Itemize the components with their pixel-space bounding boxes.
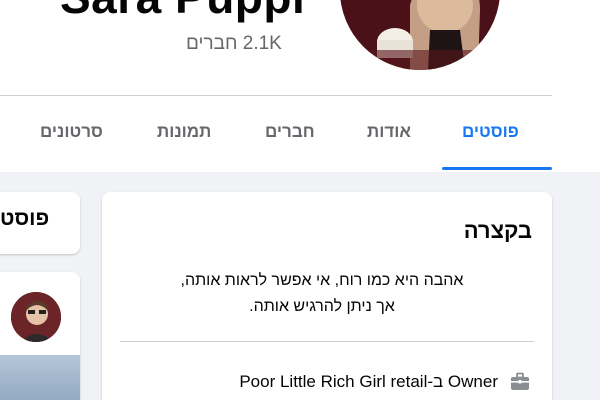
briefcase-icon [508, 370, 532, 394]
intro-title: בקצרה [463, 218, 532, 243]
profile-header [0, 0, 600, 172]
tab-photos[interactable]: תמונות [157, 122, 211, 142]
intro-divider [120, 341, 534, 342]
tab-about[interactable]: אודות [367, 122, 411, 142]
post-author-avatar[interactable] [11, 292, 61, 342]
author-photo [11, 292, 61, 342]
bio-text: אהבה היא כמו רוח, אי אפשר לראות אותה, אך… [112, 268, 532, 320]
work-text[interactable]: Owner ב-Poor Little Rich Girl retail [239, 372, 498, 392]
tab-friends[interactable]: חברים [265, 122, 315, 142]
tab-videos[interactable]: סרטונים [40, 122, 103, 142]
post-image[interactable] [0, 355, 80, 400]
bio-line-2: אך ניתן להרגיש אותה. [249, 298, 395, 315]
posts-title: פוסט [0, 207, 50, 230]
bio-line-1: אהבה היא כמו רוח, אי אפשר לראות אותה, [180, 272, 464, 289]
profile-name: Sara Puppi [60, 0, 305, 20]
tab-posts[interactable]: פוסטים [462, 122, 519, 142]
active-tab-indicator [442, 167, 552, 170]
work-info: Owner ב-Poor Little Rich Girl retail [239, 370, 532, 394]
header-divider [0, 95, 552, 96]
friends-count[interactable]: 2.1K חברים [186, 33, 282, 55]
